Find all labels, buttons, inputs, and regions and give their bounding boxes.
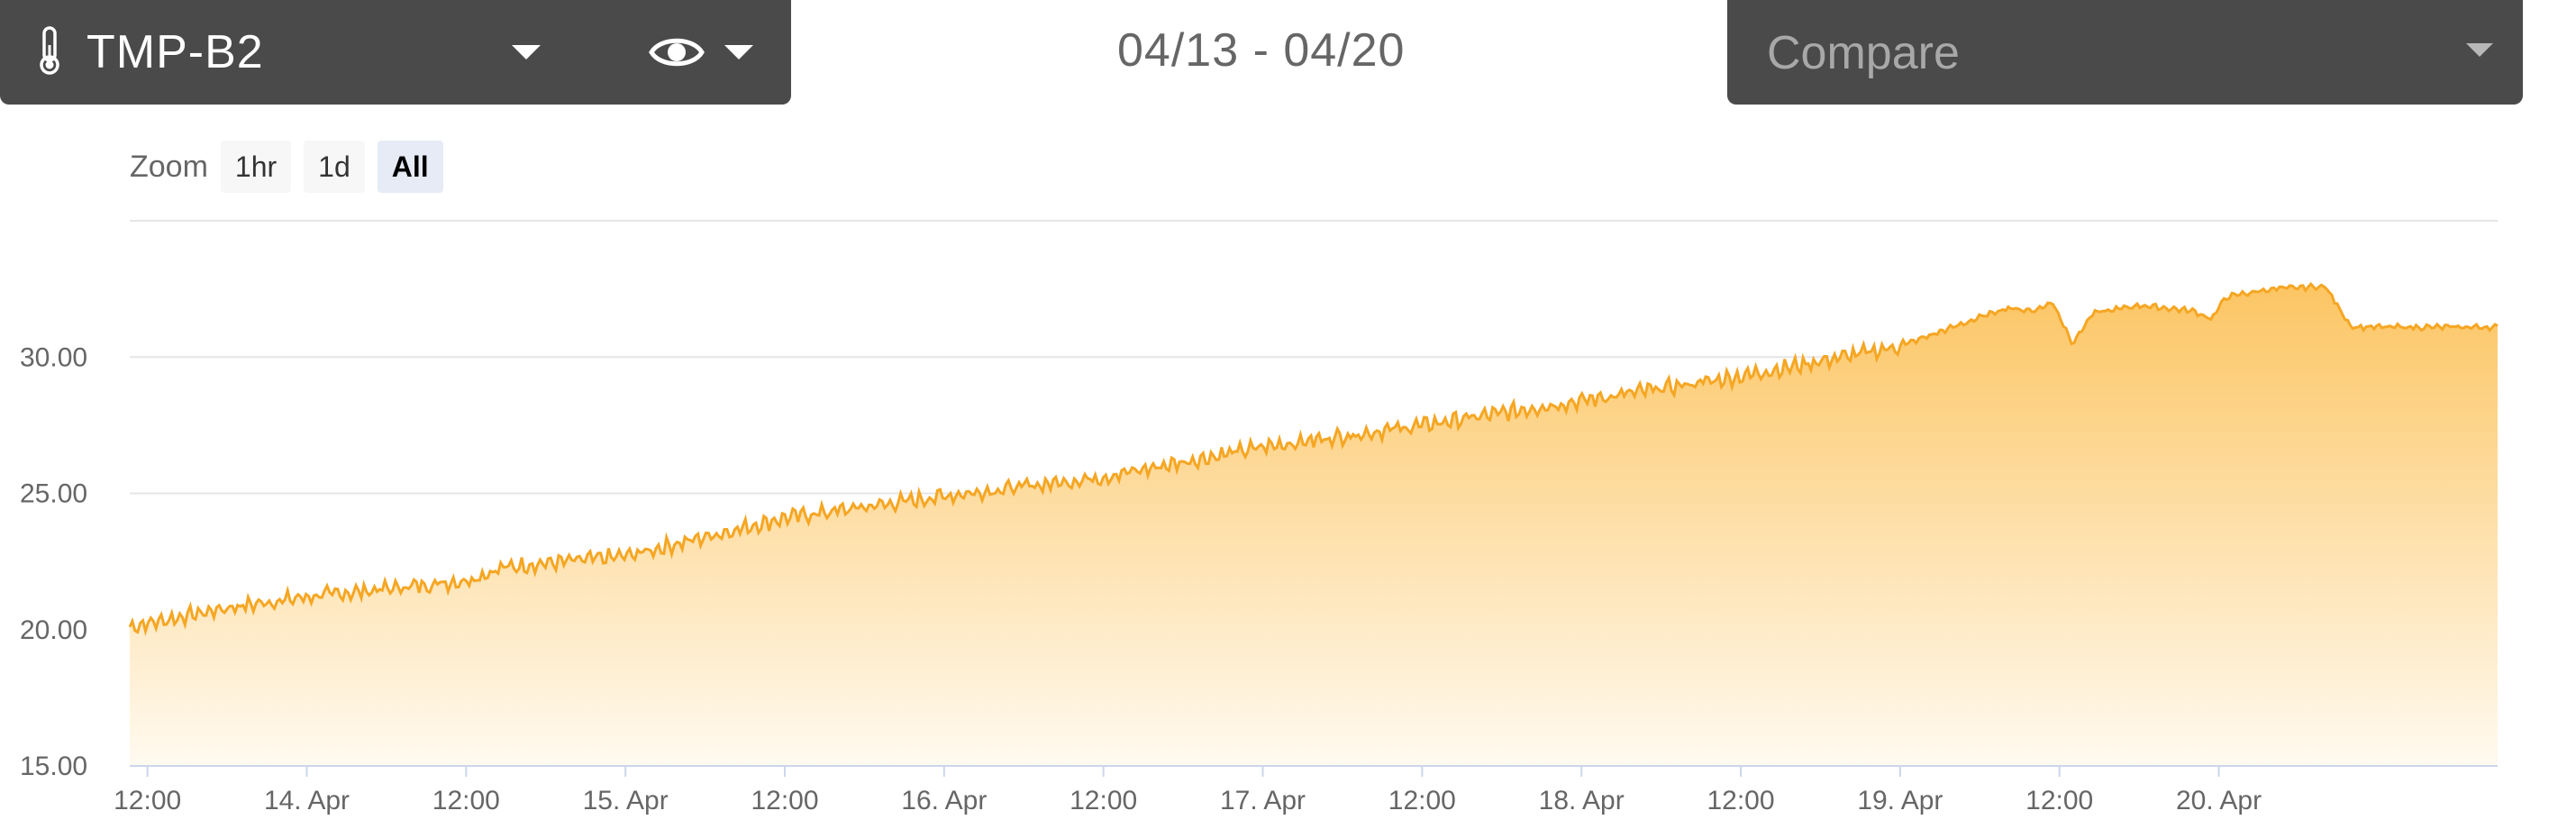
x-tick-label: 16. Apr <box>901 786 987 815</box>
thermometer-icon <box>36 25 63 80</box>
x-tick-label: 19. Apr <box>1857 786 1943 815</box>
compare-placeholder: Compare <box>1767 27 1960 79</box>
x-tick-label: 12:00 <box>432 786 500 815</box>
y-tick-label: 25.00 <box>20 479 87 509</box>
compare-dropdown[interactable]: Compare <box>1727 0 2523 105</box>
zoom-1hr-button[interactable]: 1hr <box>220 141 292 193</box>
y-tick-label: 30.00 <box>20 342 87 372</box>
view-chevron-down-icon[interactable] <box>724 45 753 59</box>
zoom-label: Zoom <box>130 149 208 184</box>
sensor-name: TMP-B2 <box>86 26 264 78</box>
x-tick-label: 12:00 <box>751 786 818 815</box>
x-tick-label: 12:00 <box>114 786 181 815</box>
x-tick-label: 18. Apr <box>1539 786 1625 815</box>
zoom-all-button[interactable]: All <box>377 141 443 193</box>
zoom-1d-button[interactable]: 1d <box>304 141 365 193</box>
y-tick-label: 20.00 <box>20 615 87 645</box>
x-tick-label: 20. Apr <box>2176 786 2262 815</box>
x-tick-label: 17. Apr <box>1220 786 1306 815</box>
date-range-label: 04/13 - 04/20 <box>1117 24 1406 77</box>
chevron-down-icon[interactable] <box>512 45 541 59</box>
temperature-chart[interactable]: 15.00 20.00 25.00 30.00 12:00 14. Apr 12:00 15.… <box>0 207 2576 829</box>
x-tick-label: 15. Apr <box>583 786 669 815</box>
eye-icon <box>649 38 705 83</box>
y-tick-label: 15.00 <box>20 752 87 781</box>
sensor-panel: TMP-B2 <box>0 0 791 105</box>
sensor-dropdown[interactable]: TMP-B2 <box>36 0 595 105</box>
x-tick-label: 12:00 <box>2025 786 2093 815</box>
compare-chevron-down-icon[interactable] <box>2466 43 2493 57</box>
x-tick-label: 12:00 <box>1707 786 1774 815</box>
x-tick-label: 12:00 <box>1388 786 1456 815</box>
x-tick-label: 12:00 <box>1070 786 1137 815</box>
x-tick-label: 14. Apr <box>264 786 350 815</box>
zoom-controls: Zoom 1hr 1d All <box>130 141 456 193</box>
